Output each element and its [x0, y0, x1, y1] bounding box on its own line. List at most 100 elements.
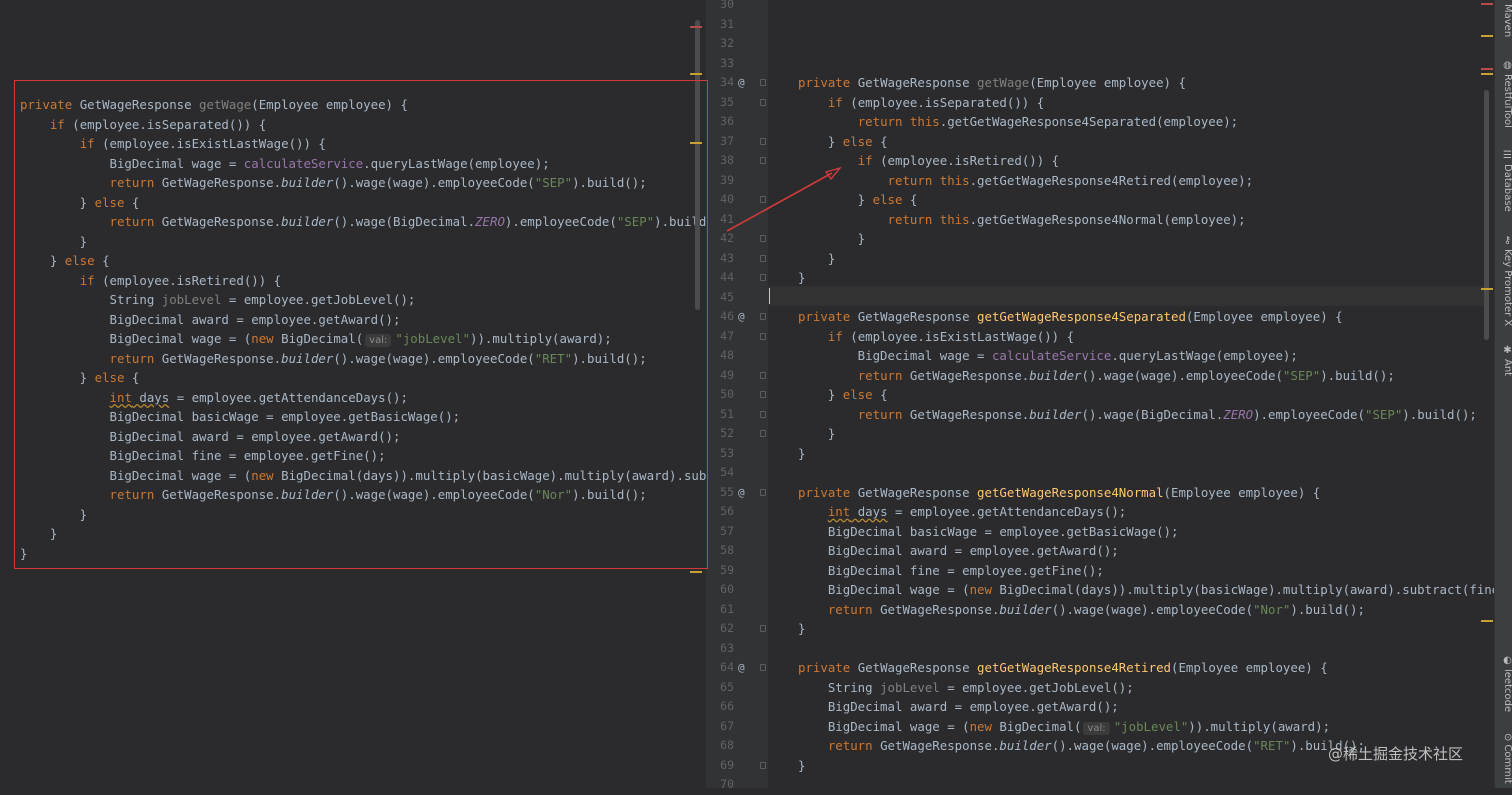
- error-stripe-mark[interactable]: [1481, 3, 1493, 5]
- line-number[interactable]: 63: [712, 639, 734, 659]
- warning-stripe-mark[interactable]: [1481, 73, 1493, 75]
- line-number[interactable]: 32: [712, 34, 734, 54]
- line-number[interactable]: 62: [712, 619, 734, 639]
- override-marker-icon[interactable]: @: [738, 307, 745, 327]
- globe-icon: ◍: [1502, 60, 1512, 71]
- fold-marker-icon[interactable]: [760, 488, 766, 496]
- line-number[interactable]: 64: [712, 658, 734, 678]
- warning-stripe-mark[interactable]: [1481, 620, 1493, 622]
- warning-stripe-mark[interactable]: [690, 142, 702, 144]
- fold-marker-icon[interactable]: [760, 235, 766, 242]
- error-stripe-mark[interactable]: [690, 26, 702, 28]
- code-token: private: [798, 309, 858, 324]
- line-number[interactable]: 47: [712, 327, 734, 347]
- line-number[interactable]: 54: [712, 463, 734, 483]
- line-number[interactable]: 31: [712, 15, 734, 35]
- code-token: ).build();: [1320, 367, 1395, 383]
- tool-window-leetcode[interactable]: ◐ leetcode: [1495, 655, 1512, 712]
- line-number[interactable]: 51: [712, 405, 734, 425]
- editor-scrollbar-thumb[interactable]: [1484, 90, 1489, 340]
- line-number[interactable]: 36: [712, 112, 734, 132]
- fold-marker-icon[interactable]: [760, 371, 766, 379]
- right-tool-window-strip: Maven ◍ RestfulTool ☰ Database ⚷ Key Promoter …: [1494, 0, 1512, 788]
- line-number[interactable]: 42: [712, 229, 734, 249]
- fold-marker-icon[interactable]: [760, 137, 766, 145]
- line-number[interactable]: 61: [712, 600, 734, 620]
- line-number[interactable]: 65: [712, 678, 734, 698]
- fold-marker-icon[interactable]: [760, 313, 766, 320]
- fold-marker-icon[interactable]: [760, 254, 766, 262]
- override-marker-icon[interactable]: @: [738, 73, 745, 93]
- warning-stripe-mark[interactable]: [1481, 288, 1493, 290]
- line-number[interactable]: 49: [712, 366, 734, 386]
- code-line: private GetWageResponse getWage(Employee…: [798, 73, 1186, 93]
- line-number[interactable]: 67: [712, 717, 734, 737]
- fold-marker-icon[interactable]: [760, 274, 766, 281]
- warning-stripe-mark[interactable]: [1481, 35, 1493, 37]
- fold-marker-icon[interactable]: [760, 79, 766, 86]
- line-number[interactable]: 38: [712, 151, 734, 171]
- fold-marker-icon[interactable]: [760, 430, 766, 437]
- line-number[interactable]: 33: [712, 54, 734, 74]
- tool-window-key-promoter-x[interactable]: ⚷ Key Promoter X: [1495, 235, 1512, 326]
- line-number-gutter[interactable]: 30 31 32 33 34 @35 36 37 38 39 40 41 42 43 44 45 46 @47 48…: [706, 0, 768, 791]
- code-token: if: [857, 153, 881, 168]
- code-token: return: [857, 406, 910, 422]
- line-number[interactable]: 66: [712, 697, 734, 717]
- fold-marker-icon[interactable]: [760, 196, 766, 203]
- tool-window-commit[interactable]: ⊙ Commit: [1495, 733, 1512, 784]
- line-number[interactable]: 48: [712, 346, 734, 366]
- code-token: }: [20, 506, 88, 522]
- tool-window-database[interactable]: ☰ Database: [1495, 150, 1512, 212]
- warning-stripe-mark[interactable]: [690, 73, 702, 75]
- fold-marker-icon[interactable]: [760, 98, 766, 106]
- code-token: ZERO: [1223, 406, 1254, 422]
- override-marker-icon[interactable]: @: [738, 483, 745, 503]
- line-number[interactable]: 45: [712, 288, 734, 308]
- line-number[interactable]: 40: [712, 190, 734, 210]
- editor-pane: 30 31 32 33 34 @35 36 37 38 39 40 41 42 43 44 45 46 @47 48…: [706, 0, 1499, 791]
- line-number[interactable]: 37: [712, 132, 734, 152]
- line-number[interactable]: 41: [712, 210, 734, 230]
- line-number[interactable]: 60: [712, 580, 734, 600]
- left-scrollbar-thumb[interactable]: [695, 20, 700, 310]
- code-line: if (employee.isExistLastWage()) {: [20, 134, 326, 154]
- code-line: return this.getGetWageResponse4Retired(e…: [798, 171, 1254, 191]
- line-number[interactable]: 69: [712, 756, 734, 776]
- fold-marker-icon[interactable]: [760, 157, 766, 164]
- line-number[interactable]: 53: [712, 444, 734, 464]
- line-number[interactable]: 35: [712, 93, 734, 113]
- fold-marker-icon[interactable]: [760, 410, 766, 418]
- fold-marker-icon[interactable]: [760, 625, 766, 632]
- line-number[interactable]: 30: [712, 0, 734, 15]
- code-token: .getGetWageResponse4Normal(employee);: [969, 211, 1246, 227]
- line-number[interactable]: 70: [712, 775, 734, 795]
- line-number[interactable]: 44: [712, 268, 734, 288]
- error-stripe-mark[interactable]: [1481, 68, 1493, 70]
- line-number[interactable]: 52: [712, 424, 734, 444]
- fold-marker-icon[interactable]: [760, 391, 766, 398]
- override-marker-icon[interactable]: @: [738, 658, 745, 678]
- line-number[interactable]: 55: [712, 483, 734, 503]
- line-number[interactable]: 43: [712, 249, 734, 269]
- line-number[interactable]: 56: [712, 502, 734, 522]
- line-number[interactable]: 68: [712, 736, 734, 756]
- tool-window-ant[interactable]: ✱ Ant: [1495, 345, 1512, 376]
- line-number[interactable]: 57: [712, 522, 734, 542]
- code-line: BigDecimal fine = employee.getFine();: [20, 446, 386, 466]
- fold-marker-icon[interactable]: [760, 332, 766, 340]
- line-number[interactable]: 46: [712, 307, 734, 327]
- line-number[interactable]: 58: [712, 541, 734, 561]
- line-number[interactable]: 34: [712, 73, 734, 93]
- code-token: BigDecimal(: [281, 331, 364, 346]
- warning-stripe-mark[interactable]: [690, 571, 702, 573]
- code-token: BigDecimal award = employee.getAward();: [798, 543, 1119, 558]
- line-number[interactable]: 50: [712, 385, 734, 405]
- line-number[interactable]: 39: [712, 171, 734, 191]
- tool-window-maven[interactable]: Maven: [1495, 4, 1512, 37]
- tool-window-restfultool[interactable]: ◍ RestfulTool: [1495, 60, 1512, 128]
- fold-marker-icon[interactable]: [760, 664, 766, 671]
- fold-marker-icon[interactable]: [760, 761, 766, 769]
- line-number[interactable]: 59: [712, 561, 734, 581]
